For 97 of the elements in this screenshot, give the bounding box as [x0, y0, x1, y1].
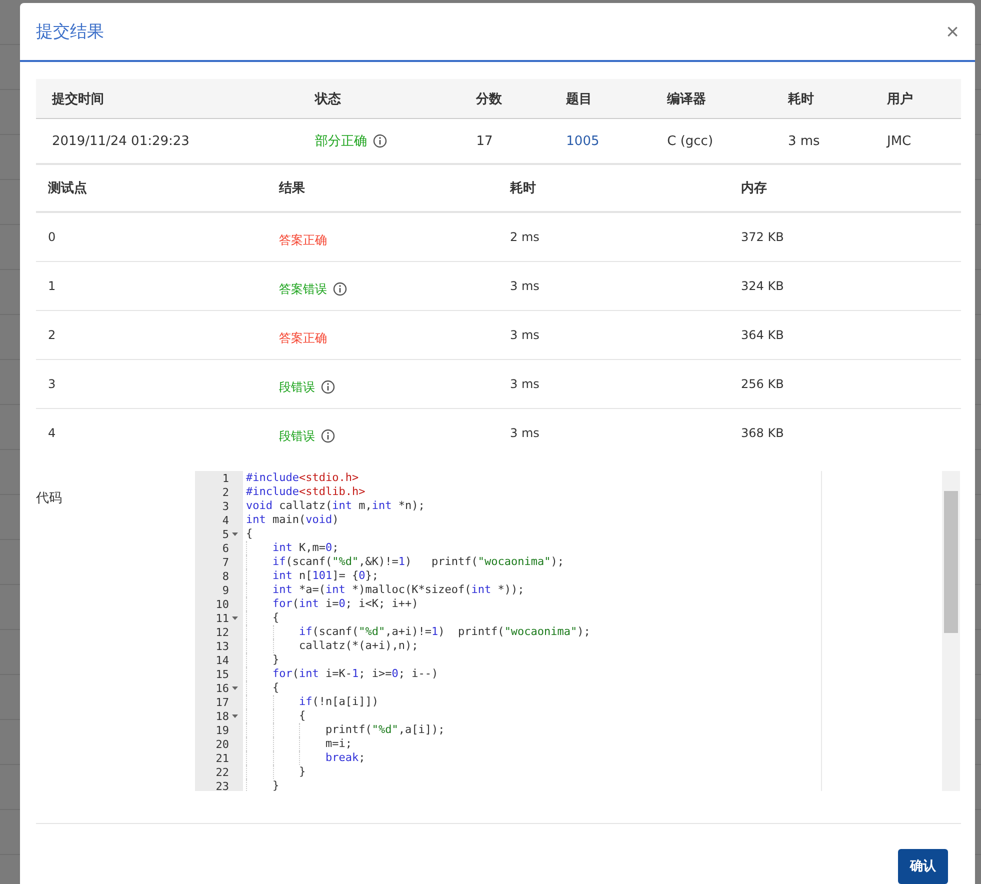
- fold-caret-icon[interactable]: [231, 614, 239, 622]
- column-header: 结果: [267, 165, 498, 212]
- line-number: 7: [222, 556, 229, 568]
- line-number: 9: [222, 584, 229, 596]
- code-line: int n[101]= {0};: [271, 569, 378, 582]
- column-header: 状态: [298, 79, 460, 118]
- scrollbar[interactable]: [942, 471, 960, 791]
- table-cell: 4: [36, 408, 267, 457]
- result-text: 答案正确: [279, 330, 327, 346]
- line-number: 6: [222, 542, 229, 554]
- table-cell: 1: [36, 262, 267, 310]
- table-cell: 0: [36, 212, 267, 262]
- result-text: 段错误: [279, 428, 315, 444]
- code-line: callatz(*(a+i),n);: [298, 639, 418, 652]
- code-line: {: [271, 681, 280, 694]
- status-text: 部分正确: [314, 133, 367, 150]
- table-cell: 2019/11/24 01:29:23: [36, 118, 299, 164]
- code-line: break;: [324, 751, 366, 764]
- code-line: }: [271, 653, 280, 666]
- confirm-button[interactable]: 确认: [898, 848, 948, 884]
- line-number: 19: [216, 724, 229, 736]
- table-cell: 3 ms: [772, 118, 871, 164]
- column-header: 耗时: [498, 165, 729, 212]
- line-number: 3: [222, 500, 229, 512]
- line-number: 2: [222, 486, 229, 498]
- line-number: 13: [216, 640, 229, 652]
- code-line: for(int i=0; i<K; i++): [271, 597, 418, 610]
- result-text: 答案错误: [279, 280, 327, 298]
- line-number: 22: [216, 766, 229, 778]
- code-line: if(scanf("%d",a+i)!=1) printf("wocaonima");: [298, 625, 590, 638]
- table-cell: JMC: [871, 118, 961, 164]
- line-number: 1: [222, 472, 229, 484]
- table-cell: 324 KB: [729, 262, 961, 310]
- code-line: {: [246, 527, 253, 540]
- code-line: int K,m=0;: [271, 541, 339, 554]
- table-cell: 256 KB: [729, 360, 961, 408]
- table-cell: 2: [36, 310, 267, 360]
- code-line: #include<stdlib.h>: [246, 485, 366, 498]
- column-header: 分数: [460, 79, 550, 118]
- fold-caret-icon[interactable]: [231, 530, 239, 538]
- code-line: m=i;: [324, 737, 352, 750]
- code-line: if(scanf("%d",&K)!=1) printf("wocaonima");: [271, 555, 564, 568]
- line-number: 12: [216, 626, 229, 638]
- table-cell: 3: [36, 360, 267, 408]
- table-cell: 372 KB: [729, 212, 961, 262]
- column-header: 耗时: [772, 79, 871, 118]
- code-line: printf("%d",a[i]);: [324, 723, 445, 736]
- table-cell: C (gcc): [651, 118, 772, 164]
- line-number: 11: [216, 612, 229, 624]
- line-number: 20: [216, 738, 229, 750]
- table-cell: 3 ms: [498, 262, 729, 310]
- table-cell: 2 ms: [498, 212, 729, 262]
- line-number: 18: [216, 710, 229, 722]
- code-line: void callatz(int m,int *n);: [246, 499, 425, 512]
- line-number: 8: [222, 570, 229, 582]
- line-number: 16: [216, 682, 229, 694]
- code-line: {: [271, 611, 280, 624]
- result-text: 段错误: [279, 378, 315, 396]
- line-number: 5: [222, 528, 229, 540]
- column-header: 编译器: [651, 79, 772, 118]
- line-number: 10: [216, 598, 229, 610]
- code-line: int *a=(int *)malloc(K*sizeof(int *));: [271, 583, 524, 596]
- fold-caret-icon[interactable]: [231, 712, 239, 720]
- line-number: 15: [216, 668, 229, 680]
- column-header: 提交时间: [36, 79, 299, 118]
- code-line: int main(void): [246, 513, 339, 526]
- table-cell: 17: [460, 118, 550, 164]
- code-line: if(!n[a[i]]): [298, 695, 378, 708]
- close-button[interactable]: ×: [946, 20, 959, 42]
- table-cell: 368 KB: [729, 408, 961, 457]
- line-number: 14: [216, 654, 229, 666]
- info-icon[interactable]: [321, 380, 335, 394]
- table-cell: 3 ms: [498, 310, 729, 360]
- fold-caret-icon[interactable]: [231, 684, 239, 692]
- dialog-title: 提交结果: [36, 21, 104, 43]
- code-line: for(int i=K-1; i>=0; i--): [271, 667, 438, 680]
- column-header: 用户: [871, 79, 961, 118]
- table-cell: 364 KB: [729, 310, 961, 360]
- column-header: 测试点: [36, 165, 267, 212]
- info-icon[interactable]: [321, 429, 335, 443]
- code-line: }: [271, 779, 280, 791]
- column-header: 内存: [729, 165, 961, 212]
- code-line: #include<stdio.h>: [246, 471, 359, 484]
- line-number: 17: [216, 696, 229, 708]
- line-number: 23: [216, 780, 229, 791]
- code-line: }: [298, 765, 306, 778]
- line-number: 21: [216, 752, 229, 764]
- result-text: 答案正确: [279, 232, 327, 248]
- table-cell: 3 ms: [498, 408, 729, 457]
- problem-link[interactable]: 1005: [566, 134, 600, 148]
- info-icon[interactable]: [333, 282, 347, 296]
- info-icon[interactable]: [372, 134, 387, 148]
- code-label: 代码: [36, 490, 63, 508]
- line-number: 4: [222, 514, 229, 526]
- column-header: 题目: [550, 79, 652, 118]
- table-cell: 3 ms: [498, 360, 729, 408]
- code-line: {: [298, 709, 306, 722]
